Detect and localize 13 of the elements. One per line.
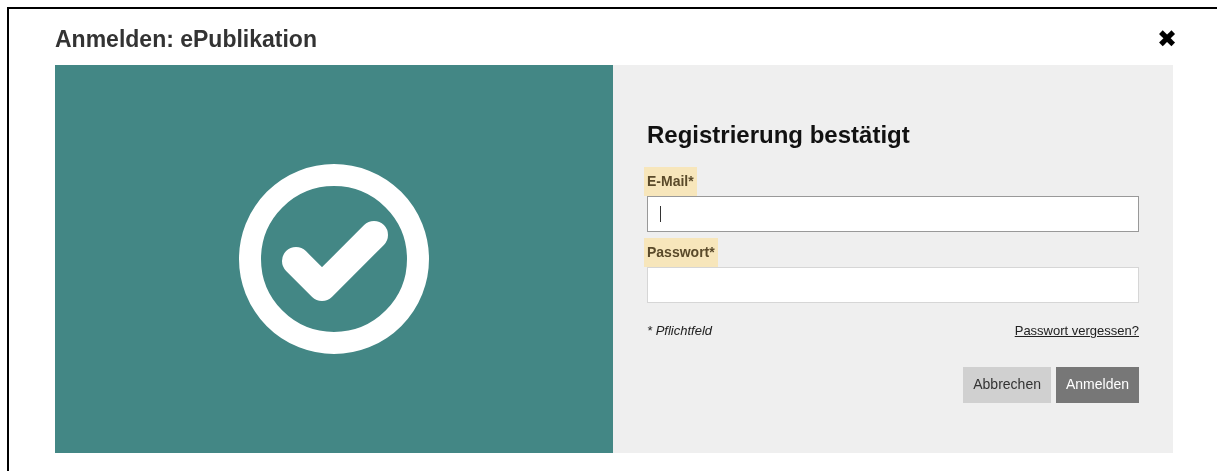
field-label: E-Mail* <box>644 167 697 196</box>
cancel-button[interactable]: Abbrechen <box>963 366 1051 403</box>
forgot-password-link[interactable]: Passwort vergessen? <box>1014 321 1139 341</box>
input-field[interactable] <box>647 267 1139 303</box>
close-button[interactable]: ✖ <box>1157 27 1177 51</box>
input-field[interactable] <box>647 196 1139 232</box>
dialog-title: Anmelden: ePublikation <box>55 24 317 54</box>
check-circle-icon <box>238 163 430 355</box>
field-label: Passwort* <box>644 238 718 267</box>
login-button[interactable]: Anmelden <box>1055 366 1139 403</box>
form-heading: Registrierung bestätigt <box>647 120 911 150</box>
text-caret <box>660 206 661 222</box>
required-note: * Pflichtfeld <box>647 322 713 340</box>
